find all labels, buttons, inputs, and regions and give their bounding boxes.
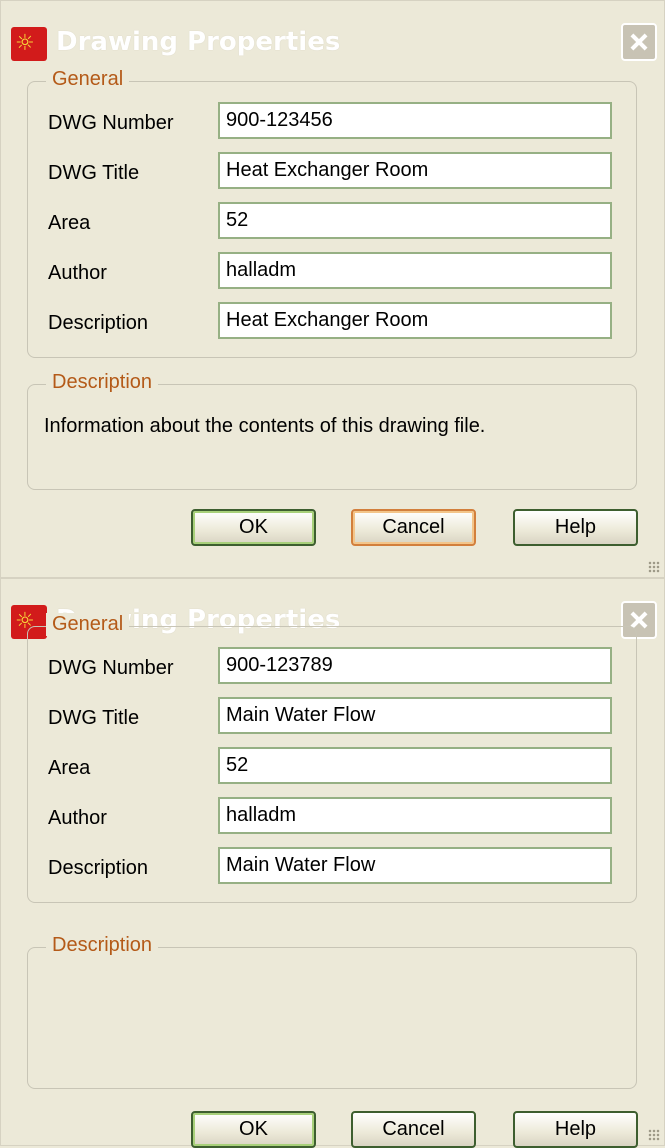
description-text: Information about the contents of this d… <box>44 415 486 437</box>
author-label: Author <box>48 262 107 284</box>
ok-button[interactable]: OK <box>191 1111 316 1148</box>
help-button[interactable]: Help <box>513 1111 638 1148</box>
description-group: Description <box>27 934 637 1089</box>
resize-grip-icon[interactable] <box>648 561 660 573</box>
cancel-button[interactable]: Cancel <box>351 1111 476 1148</box>
dwg-number-field[interactable]: 900-123789 <box>218 647 612 684</box>
dwg-number-label: DWG Number <box>48 657 174 679</box>
description-label: Description <box>48 312 149 334</box>
general-legend: General <box>46 68 130 91</box>
author-field[interactable]: halladm <box>218 797 612 834</box>
dialog-title: Drawing Properties <box>56 27 341 57</box>
general-group: General DWG Number 900-123789 DWG Title … <box>27 613 637 903</box>
dwg-title-field[interactable]: Main Water Flow <box>218 697 612 734</box>
dwg-title-label: DWG Title <box>48 707 140 729</box>
resize-grip-icon[interactable] <box>648 1129 660 1141</box>
area-field[interactable]: 52 <box>218 202 612 239</box>
area-field[interactable]: 52 <box>218 747 612 784</box>
general-legend: General <box>46 613 130 636</box>
app-logo-icon: ☼ <box>11 27 47 61</box>
general-group: General DWG Number 900-123456 DWG Title … <box>27 68 637 358</box>
description-legend: Description <box>46 371 159 394</box>
drawing-properties-dialog: ☼ Drawing Properties General DWG Number … <box>0 0 665 578</box>
description-field[interactable]: Main Water Flow <box>218 847 612 884</box>
dwg-title-label: DWG Title <box>48 162 140 184</box>
dwg-number-field[interactable]: 900-123456 <box>218 102 612 139</box>
cancel-button[interactable]: Cancel <box>351 509 476 546</box>
drawing-properties-dialog: ☼ Drawing Properties General DWG Number … <box>0 578 665 1148</box>
author-field[interactable]: halladm <box>218 252 612 289</box>
area-label: Area <box>48 757 91 779</box>
ok-button[interactable]: OK <box>191 509 316 546</box>
close-button[interactable] <box>621 23 657 61</box>
description-field[interactable]: Heat Exchanger Room <box>218 302 612 339</box>
author-label: Author <box>48 807 107 829</box>
dwg-number-label: DWG Number <box>48 112 174 134</box>
description-group: Description Information about the conten… <box>27 371 637 490</box>
help-button[interactable]: Help <box>513 509 638 546</box>
description-label: Description <box>48 857 149 879</box>
area-label: Area <box>48 212 91 234</box>
description-legend: Description <box>46 934 159 957</box>
dwg-title-field[interactable]: Heat Exchanger Room <box>218 152 612 189</box>
